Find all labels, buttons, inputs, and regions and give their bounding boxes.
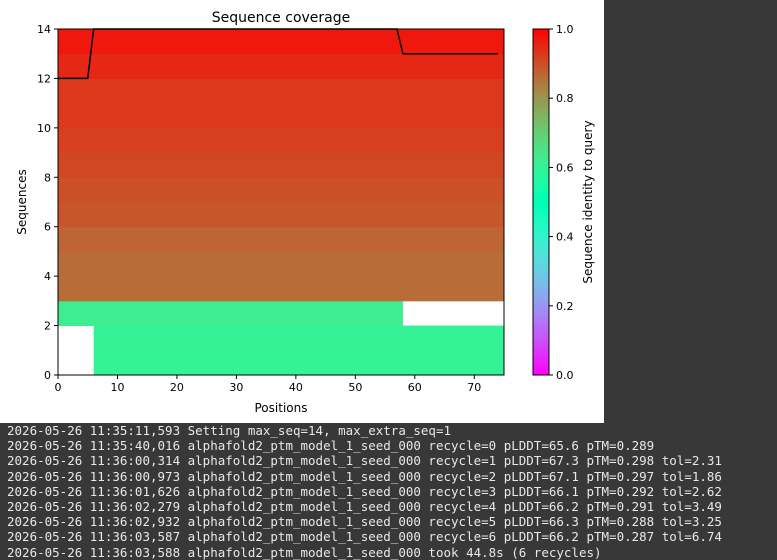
x-axis-label: Positions <box>255 401 308 415</box>
coverage-cell <box>58 251 504 277</box>
y-tick-label: 2 <box>44 320 51 333</box>
log-line: 2026-05-26 11:36:03,587 alphafold2_ptm_m… <box>7 529 722 545</box>
coverage-cell <box>58 300 403 327</box>
y-axis-label: Sequences <box>15 169 29 234</box>
coverage-cell <box>58 152 504 178</box>
coverage-chart: Sequence coverage 0 10 20 30 40 50 60 70 0 2 4 6 8 1… <box>15 10 595 415</box>
coverage-cell <box>58 177 504 203</box>
sequence-coverage-figure: Sequence coverage 0 10 20 30 40 50 60 70 0 2 4 6 8 1… <box>0 0 604 423</box>
coverage-cell <box>58 127 504 154</box>
y-tick-label: 0 <box>44 369 51 382</box>
log-line: 2026-05-26 11:36:01,626 alphafold2_ptm_m… <box>7 483 722 499</box>
coverage-cell <box>58 53 504 79</box>
x-tick-label: 30 <box>229 381 243 394</box>
colorbar-label: Sequence identity to query <box>581 120 595 283</box>
colorbar-tick-label: 1.0 <box>556 23 574 36</box>
x-tick-label: 20 <box>170 381 184 394</box>
coverage-cell <box>93 350 505 376</box>
y-tick-label: 14 <box>37 23 51 36</box>
log-line: 2026-05-26 11:35:40,016 alphafold2_ptm_m… <box>7 438 655 454</box>
chart-title: Sequence coverage <box>212 10 351 26</box>
x-tick-label: 0 <box>55 381 62 394</box>
colorbar-tick-label: 0.4 <box>556 231 574 244</box>
y-tick-label: 10 <box>37 122 51 135</box>
colorbar-scale <box>532 28 550 376</box>
coverage-cell <box>58 103 504 129</box>
coverage-cell <box>58 78 504 104</box>
output-log: 2026-05-26 11:35:11,593 Setting max_seq=… <box>7 423 777 560</box>
coverage-cell <box>58 226 504 252</box>
x-tick-label: 40 <box>289 381 303 394</box>
x-tick-label: 70 <box>467 381 481 394</box>
colorbar-tick-label: 0.0 <box>556 369 574 382</box>
colorbar-tick-label: 0.8 <box>556 92 574 105</box>
y-tick-label: 12 <box>37 72 51 85</box>
log-line: 2026-05-26 11:36:00,973 alphafold2_ptm_m… <box>7 468 722 484</box>
colorbar-tick-label: 0.2 <box>556 300 574 313</box>
x-tick-label: 60 <box>408 381 422 394</box>
log-line: 2026-05-26 11:36:03,588 alphafold2_ptm_m… <box>7 544 602 560</box>
log-line: 2026-05-26 11:36:02,279 alphafold2_ptm_m… <box>7 498 722 514</box>
y-tick-label: 8 <box>44 171 51 184</box>
coverage-cell <box>58 29 504 55</box>
log-line: 2026-05-26 11:35:11,593 Setting max_seq=… <box>7 423 452 438</box>
y-tick-label: 4 <box>44 270 51 283</box>
coverage-cell <box>58 276 504 302</box>
coverage-cell <box>93 325 505 351</box>
colorbar-tick-label: 0.6 <box>556 161 574 174</box>
log-line: 2026-05-26 11:36:00,314 alphafold2_ptm_m… <box>7 453 722 469</box>
x-tick-label: 50 <box>348 381 362 394</box>
coverage-cell <box>58 202 504 228</box>
x-tick-label: 10 <box>110 381 124 394</box>
log-line: 2026-05-26 11:36:02,932 alphafold2_ptm_m… <box>7 514 722 530</box>
y-tick-label: 6 <box>44 221 51 234</box>
